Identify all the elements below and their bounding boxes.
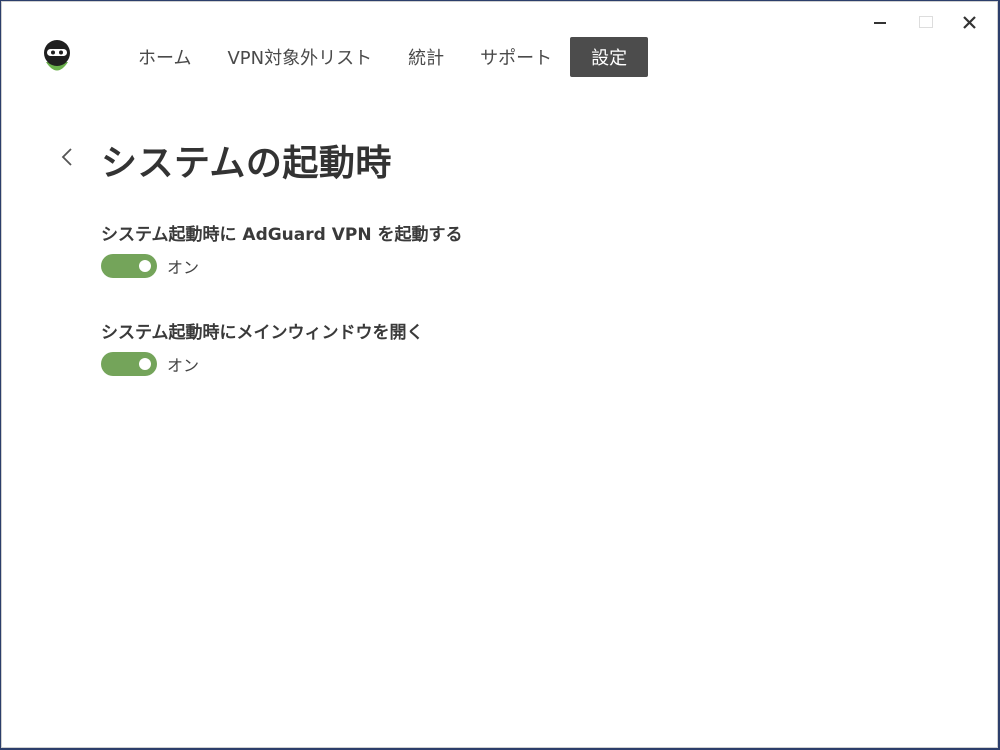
adguard-ninja-icon — [39, 37, 75, 79]
tab-settings[interactable]: 設定 — [570, 37, 649, 77]
open-main-window-toggle[interactable] — [101, 352, 157, 376]
close-icon — [962, 15, 976, 29]
minimize-button[interactable] — [857, 10, 903, 34]
setting-open-main-window: システム起動時にメインウィンドウを開く オン — [101, 318, 424, 376]
app-window: ホーム VPN対象外リスト 統計 サポート 設定 システムの起動時 システム起動… — [1, 1, 998, 748]
tab-home[interactable]: ホーム — [120, 37, 209, 77]
window-controls — [857, 10, 989, 34]
tab-support[interactable]: サポート — [462, 37, 570, 77]
toggle-row: オン — [101, 254, 463, 278]
toggle-row: オン — [101, 352, 424, 376]
back-button[interactable] — [54, 143, 80, 171]
close-button[interactable] — [949, 10, 989, 34]
maximize-icon — [919, 16, 933, 28]
chevron-left-icon — [61, 148, 72, 166]
setting-label: システム起動時に AdGuard VPN を起動する — [101, 225, 463, 245]
tab-exclusions[interactable]: VPN対象外リスト — [209, 37, 390, 77]
toggle-state-text: オン — [167, 258, 200, 277]
setting-label: システム起動時にメインウィンドウを開く — [101, 323, 424, 343]
toggle-knob — [139, 260, 151, 272]
main-nav: ホーム VPN対象外リスト 統計 サポート 設定 — [120, 37, 649, 77]
launch-on-startup-toggle[interactable] — [101, 254, 157, 278]
toggle-state-text: オン — [167, 356, 200, 375]
toggle-knob — [139, 358, 151, 370]
tab-statistics[interactable]: 統計 — [390, 37, 462, 77]
maximize-button[interactable] — [903, 10, 949, 34]
page-title: システムの起動時 — [101, 143, 392, 184]
setting-launch-on-startup: システム起動時に AdGuard VPN を起動する オン — [101, 220, 463, 278]
minimize-icon — [874, 22, 886, 24]
